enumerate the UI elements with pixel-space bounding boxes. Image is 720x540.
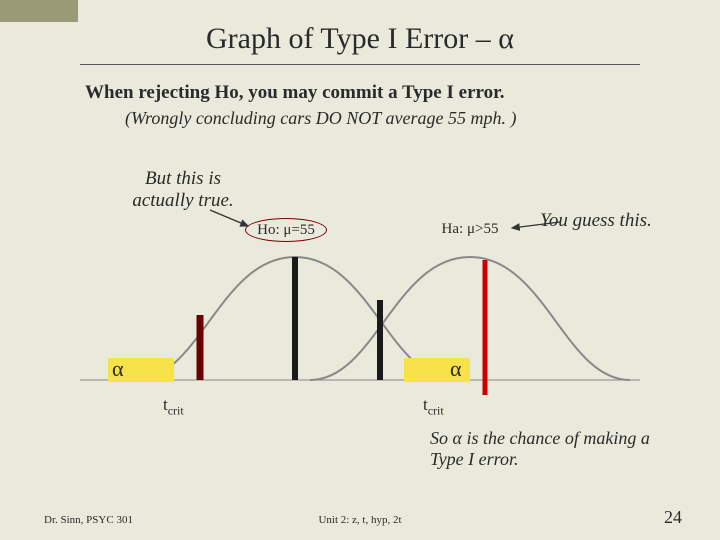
footer-unit: Unit 2: z, t, hyp, 2t bbox=[0, 514, 720, 526]
slide-number: 24 bbox=[664, 507, 682, 528]
tcrit-right-sub: crit bbox=[428, 403, 444, 417]
tcrit-left: tcrit bbox=[163, 395, 184, 418]
tcrit-right: tcrit bbox=[423, 395, 444, 418]
alpha-symbol-left: α bbox=[112, 356, 124, 382]
conclusion: So α is the chance of making a Type I er… bbox=[430, 428, 680, 470]
alpha-symbol-right: α bbox=[450, 356, 462, 382]
tcrit-left-sub: crit bbox=[168, 403, 184, 417]
slide: Graph of Type I Error – α When rejecting… bbox=[0, 0, 720, 540]
